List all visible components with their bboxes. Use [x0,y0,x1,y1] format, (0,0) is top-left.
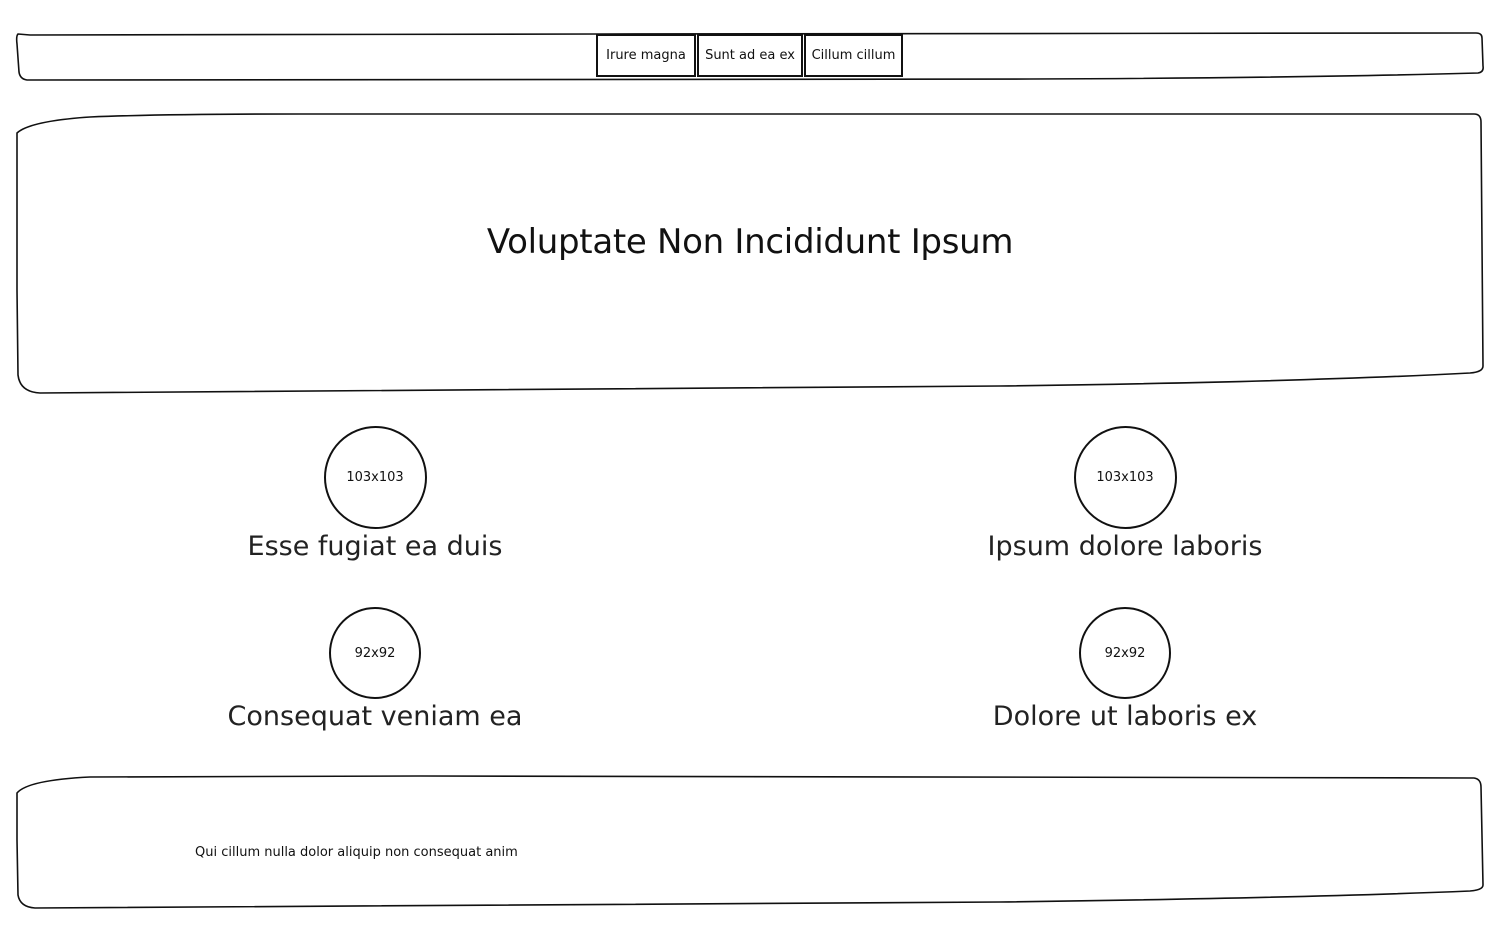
image-placeholder: 92x92 [1079,607,1171,699]
feature-title: Ipsum dolore laboris [987,531,1263,562]
top-nav: Irure magna Sunt ad ea ex Cillum cillum [596,34,904,78]
hero-title: Voluptate Non Incididunt Ipsum [486,222,1014,262]
feature-title: Esse fugiat ea duis [247,531,503,562]
feature-item: 92x92 Consequat veniam ea [125,607,625,732]
feature-item: 92x92 Dolore ut laboris ex [875,607,1375,732]
feature-item: 103x103 Esse fugiat ea duis [125,426,625,562]
footer-frame [16,775,1484,909]
feature-item: 103x103 Ipsum dolore laboris [875,426,1375,562]
nav-button-cillum-cillum[interactable]: Cillum cillum [804,34,903,77]
image-placeholder: 103x103 [323,426,427,529]
nav-button-sunt-ad-ea-ex[interactable]: Sunt ad ea ex [697,34,803,77]
image-placeholder: 92x92 [329,607,421,699]
footer-text: Qui cillum nulla dolor aliquip non conse… [195,845,518,860]
nav-button-irure-magna[interactable]: Irure magna [596,34,696,77]
feature-title: Consequat veniam ea [227,701,523,732]
image-placeholder: 103x103 [1073,426,1177,529]
feature-title: Dolore ut laboris ex [992,701,1258,732]
